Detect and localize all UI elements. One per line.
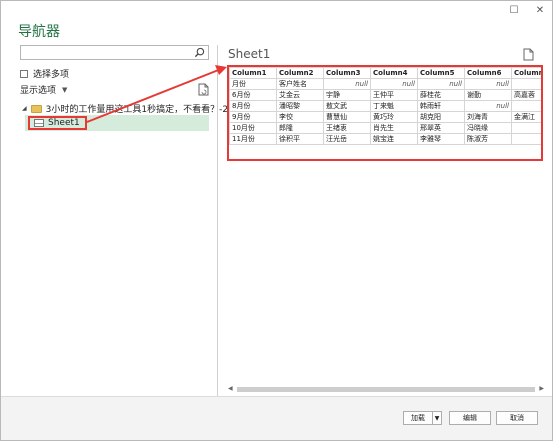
horizontal-scrollbar[interactable]: ◀ ▶: [227, 385, 545, 393]
table-cell: 邢翠英: [417, 122, 465, 134]
table-cell: 潘昭黎: [276, 100, 324, 112]
multi-select-label: 选择多项: [33, 70, 70, 80]
column-header[interactable]: Column3: [323, 67, 371, 79]
table-cell: 薛桂花: [417, 89, 465, 101]
search-input[interactable]: [20, 45, 209, 60]
table-cell: 陈淑芳: [464, 133, 512, 145]
sheet-table-icon: [34, 119, 44, 127]
export-document-icon[interactable]: [523, 48, 534, 61]
chevron-down-icon: ▼: [62, 85, 68, 94]
table-row: 8月份 潘昭黎 敖文武 丁来魁 韩雨轩 null: [229, 100, 541, 112]
window-controls: ☐ ✕: [508, 5, 546, 16]
multi-select-checkbox[interactable]: [20, 69, 28, 78]
column-header[interactable]: Column4: [370, 67, 418, 79]
refresh-document-icon[interactable]: [198, 83, 209, 96]
table-cell: 刘海青: [464, 111, 512, 123]
table-cell: 9月份: [229, 111, 277, 123]
table-cell: 6月份: [229, 89, 277, 101]
window-title: 导航器: [18, 24, 60, 40]
navigator-window: ☐ ✕ 导航器 选择多项 显示选项 ▼ ◢ 3小时的工作量用这工具1秒搞定，不看…: [0, 0, 553, 441]
preview-table: Column1 Column2 Column3 Column4 Column5 …: [229, 67, 541, 145]
table-cell: 肖先生: [370, 122, 418, 134]
table-cell: null: [464, 100, 512, 112]
table-cell: 10月份: [229, 122, 277, 134]
table-cell: 韩雨轩: [417, 100, 465, 112]
sheet1-highlight-box[interactable]: Sheet1: [28, 116, 87, 130]
table-cell: 谢勤: [464, 89, 512, 101]
table-cell: 艾金云: [276, 89, 324, 101]
edit-button[interactable]: 编辑: [449, 411, 491, 425]
preview-title: Sheet1: [228, 47, 271, 61]
column-header[interactable]: Column1: [229, 67, 277, 79]
table-cell: null: [323, 78, 371, 90]
table-cell: [511, 78, 541, 90]
column-header[interactable]: Column6: [464, 67, 512, 79]
load-button[interactable]: 加载: [403, 411, 433, 425]
scroll-left-icon[interactable]: ◀: [228, 385, 233, 392]
table-cell: 姚宝连: [370, 133, 418, 145]
table-cell: 黄巧玲: [370, 111, 418, 123]
table-cell: 8月份: [229, 100, 277, 112]
multi-select-option[interactable]: 选择多项: [20, 67, 69, 80]
restore-button[interactable]: ☐: [508, 5, 520, 16]
column-header[interactable]: Column5: [417, 67, 465, 79]
table-cell: null: [464, 78, 512, 90]
table-row: 6月份 艾金云 宇静 王仲平 薛桂花 谢勤 高嘉蓉: [229, 89, 541, 101]
tree-item-sheet1[interactable]: Sheet1: [25, 115, 209, 131]
table-cell: 敖文武: [323, 100, 371, 112]
table-cell: null: [370, 78, 418, 90]
scrollbar-thumb[interactable]: [237, 387, 535, 392]
table-header-row: Column1 Column2 Column3 Column4 Column5 …: [229, 67, 541, 79]
tree-item-workbook[interactable]: ◢ 3小时的工作量用这工具1秒搞定，不看看？-2...: [22, 102, 237, 115]
table-cell: 汪光岳: [323, 133, 371, 145]
table-row: 9月份 李佼 曹慧仙 黄巧玲 胡克阳 刘海青 金满江: [229, 111, 541, 123]
table-cell: 冯晓缘: [464, 122, 512, 134]
tree-item-sheet1-label: Sheet1: [48, 118, 80, 128]
close-button[interactable]: ✕: [534, 5, 546, 16]
column-header[interactable]: Column2: [276, 67, 324, 79]
table-row: 10月份 郎隆 王绪衷 肖先生 邢翠英 冯晓缘: [229, 122, 541, 134]
table-cell: 高嘉蓉: [511, 89, 541, 101]
load-dropdown-button[interactable]: ▼: [432, 411, 442, 425]
table-cell: 丁来魁: [370, 100, 418, 112]
table-cell: [511, 100, 541, 112]
table-cell: 金满江: [511, 111, 541, 123]
display-options-label: 显示选项: [20, 86, 57, 96]
table-cell: null: [417, 78, 465, 90]
table-cell: 客户姓名: [276, 78, 324, 90]
table-row: 11月份 徐积平 汪光岳 姚宝连 李雅琴 陈淑芳: [229, 133, 541, 145]
table-cell: 曹慧仙: [323, 111, 371, 123]
table-cell: 徐积平: [276, 133, 324, 145]
expand-triangle-icon[interactable]: ◢: [22, 105, 27, 112]
chevron-down-icon: ▼: [434, 414, 440, 422]
search-icon[interactable]: [194, 47, 205, 58]
table-cell: 李雅琴: [417, 133, 465, 145]
folder-icon: [30, 104, 42, 113]
table-cell: [511, 133, 541, 145]
scroll-right-icon[interactable]: ▶: [539, 385, 544, 392]
display-options-dropdown[interactable]: 显示选项 ▼: [20, 83, 68, 97]
table-row: 月份 客户姓名 null null null null: [229, 78, 541, 90]
column-header[interactable]: Column: [511, 67, 541, 79]
table-cell: 11月份: [229, 133, 277, 145]
table-cell: 王绪衷: [323, 122, 371, 134]
footer-bar: 加载 ▼ 编辑 取消: [1, 396, 552, 440]
pane-divider[interactable]: [217, 45, 218, 396]
table-cell: 胡克阳: [417, 111, 465, 123]
table-cell: 宇静: [323, 89, 371, 101]
table-cell: 郎隆: [276, 122, 324, 134]
table-cell: 李佼: [276, 111, 324, 123]
table-cell: [511, 122, 541, 134]
preview-table-highlight: Column1 Column2 Column3 Column4 Column5 …: [227, 65, 543, 161]
table-cell: 王仲平: [370, 89, 418, 101]
tree-item-workbook-label: 3小时的工作量用这工具1秒搞定，不看看？-2...: [45, 105, 237, 115]
table-cell: 月份: [229, 78, 277, 90]
cancel-button[interactable]: 取消: [496, 411, 538, 425]
